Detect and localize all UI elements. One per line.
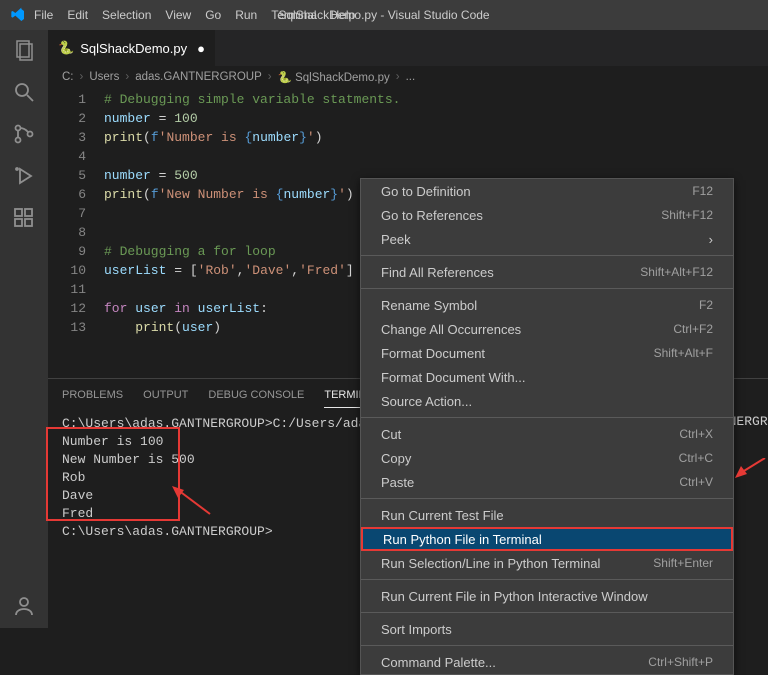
- breadcrumb[interactable]: C: › Users › adas.GANTNERGROUP › 🐍 SqlShackDem…: [48, 66, 768, 88]
- context-menu-separator: [361, 255, 733, 256]
- ctx-label: Command Palette...: [381, 655, 496, 670]
- ctx-shortcut: Shift+F12: [661, 208, 713, 222]
- annotation-arrow-1: [172, 486, 212, 516]
- extensions-icon[interactable]: [12, 206, 36, 230]
- ctx-run-current-test-file[interactable]: Run Current Test File: [361, 503, 733, 527]
- ctx-label: Run Current File in Python Interactive W…: [381, 589, 648, 604]
- ctx-format-document[interactable]: Format Document Shift+Alt+F: [361, 341, 733, 365]
- ctx-shortcut: Ctrl+X: [679, 427, 713, 441]
- accounts-icon[interactable]: [12, 594, 36, 618]
- run-debug-icon[interactable]: [12, 164, 36, 188]
- ctx-run-current-file-in-python-interactive-window[interactable]: Run Current File in Python Interactive W…: [361, 584, 733, 608]
- ctx-label: Format Document With...: [381, 370, 525, 385]
- breadcrumb-sep: ›: [125, 71, 129, 83]
- editor-tab[interactable]: 🐍 SqlShackDemo.py ●: [48, 30, 216, 66]
- ctx-shortcut: Shift+Alt+F: [654, 346, 713, 360]
- ctx-label: Run Python File in Terminal: [383, 532, 542, 547]
- search-icon[interactable]: [12, 80, 36, 104]
- ctx-sort-imports[interactable]: Sort Imports: [361, 617, 733, 641]
- ctx-peek[interactable]: Peek ›: [361, 227, 733, 251]
- ctx-change-all-occurrences[interactable]: Change All Occurrences Ctrl+F2: [361, 317, 733, 341]
- panel-tab-output[interactable]: OUTPUT: [143, 383, 188, 407]
- dirty-indicator: ●: [197, 41, 205, 56]
- ctx-source-action[interactable]: Source Action...: [361, 389, 733, 413]
- ctx-find-all-references[interactable]: Find All References Shift+Alt+F12: [361, 260, 733, 284]
- ctx-label: Go to Definition: [381, 184, 471, 199]
- context-menu-separator: [361, 612, 733, 613]
- activity-bar: [0, 30, 48, 628]
- ctx-label: Go to References: [381, 208, 483, 223]
- menu-view[interactable]: View: [165, 8, 191, 22]
- ctx-shortcut: Shift+Alt+F12: [640, 265, 713, 279]
- context-menu-separator: [361, 288, 733, 289]
- annotation-arrow-2: [735, 458, 767, 478]
- context-menu-separator: [361, 645, 733, 646]
- source-control-icon[interactable]: [12, 122, 36, 146]
- context-menu-separator: [361, 498, 733, 499]
- menu-file[interactable]: File: [34, 8, 53, 22]
- menu-selection[interactable]: Selection: [102, 8, 151, 22]
- ctx-label: Sort Imports: [381, 622, 452, 637]
- panel-tab-debug-console[interactable]: DEBUG CONSOLE: [208, 383, 304, 407]
- menu-run[interactable]: Run: [235, 8, 257, 22]
- ctx-label: Cut: [381, 427, 401, 442]
- ctx-command-palette[interactable]: Command Palette... Ctrl+Shift+P: [361, 650, 733, 674]
- ctx-label: Run Current Test File: [381, 508, 504, 523]
- ctx-format-document-with[interactable]: Format Document With...: [361, 365, 733, 389]
- chevron-right-icon: ›: [709, 232, 713, 247]
- breadcrumb-segment[interactable]: Users: [89, 71, 119, 83]
- context-menu-separator: [361, 417, 733, 418]
- explorer-icon[interactable]: [12, 38, 36, 62]
- ctx-shortcut: Ctrl+C: [679, 451, 713, 465]
- ctx-run-python-file-in-terminal[interactable]: Run Python File in Terminal: [361, 527, 733, 551]
- ctx-label: Peek: [381, 232, 411, 247]
- line-gutter: 12345678910111213: [48, 90, 104, 378]
- window-title: SqlShackDemo.py - Visual Studio Code: [278, 8, 489, 22]
- breadcrumb-segment[interactable]: 🐍 SqlShackDemo.py: [278, 70, 390, 84]
- annotation-box: [46, 427, 180, 521]
- ctx-copy[interactable]: Copy Ctrl+C: [361, 446, 733, 470]
- ctx-label: Find All References: [381, 265, 494, 280]
- ctx-label: Paste: [381, 475, 414, 490]
- breadcrumb-segment[interactable]: ...: [406, 71, 416, 83]
- ctx-paste[interactable]: Paste Ctrl+V: [361, 470, 733, 494]
- ctx-label: Rename Symbol: [381, 298, 477, 313]
- ctx-run-selection-line-in-python-terminal[interactable]: Run Selection/Line in Python Terminal Shi…: [361, 551, 733, 575]
- ctx-label: Change All Occurrences: [381, 322, 521, 337]
- ctx-shortcut: Ctrl+F2: [673, 322, 713, 336]
- breadcrumb-segment[interactable]: C:: [62, 71, 74, 83]
- breadcrumb-segment[interactable]: adas.GANTNERGROUP: [135, 71, 262, 83]
- title-bar: FileEditSelectionViewGoRunTerminalHelp S…: [0, 0, 768, 30]
- breadcrumb-sep: ›: [268, 71, 272, 83]
- ctx-label: Copy: [381, 451, 411, 466]
- ctx-shortcut: Shift+Enter: [653, 556, 713, 570]
- context-menu: Go to Definition F12 Go to References Shift…: [360, 178, 734, 675]
- breadcrumb-sep: ›: [396, 71, 400, 83]
- ctx-label: Source Action...: [381, 394, 472, 409]
- panel-tab-problems[interactable]: PROBLEMS: [62, 383, 123, 407]
- ctx-shortcut: Ctrl+Shift+P: [648, 655, 713, 669]
- ctx-cut[interactable]: Cut Ctrl+X: [361, 422, 733, 446]
- ctx-rename-symbol[interactable]: Rename Symbol F2: [361, 293, 733, 317]
- python-icon: 🐍: [58, 40, 74, 56]
- ctx-shortcut: F2: [699, 298, 713, 312]
- ctx-shortcut: Ctrl+V: [679, 475, 713, 489]
- context-menu-separator: [361, 579, 733, 580]
- breadcrumb-sep: ›: [80, 71, 84, 83]
- ctx-label: Run Selection/Line in Python Terminal: [381, 556, 600, 571]
- tab-label: SqlShackDemo.py: [80, 41, 187, 56]
- ctx-go-to-references[interactable]: Go to References Shift+F12: [361, 203, 733, 227]
- ctx-go-to-definition[interactable]: Go to Definition F12: [361, 179, 733, 203]
- menu-edit[interactable]: Edit: [67, 8, 88, 22]
- ctx-shortcut: F12: [692, 184, 713, 198]
- vscode-icon: [10, 7, 26, 23]
- ctx-label: Format Document: [381, 346, 485, 361]
- editor-tabs: 🐍 SqlShackDemo.py ●: [48, 30, 768, 66]
- menu-go[interactable]: Go: [205, 8, 221, 22]
